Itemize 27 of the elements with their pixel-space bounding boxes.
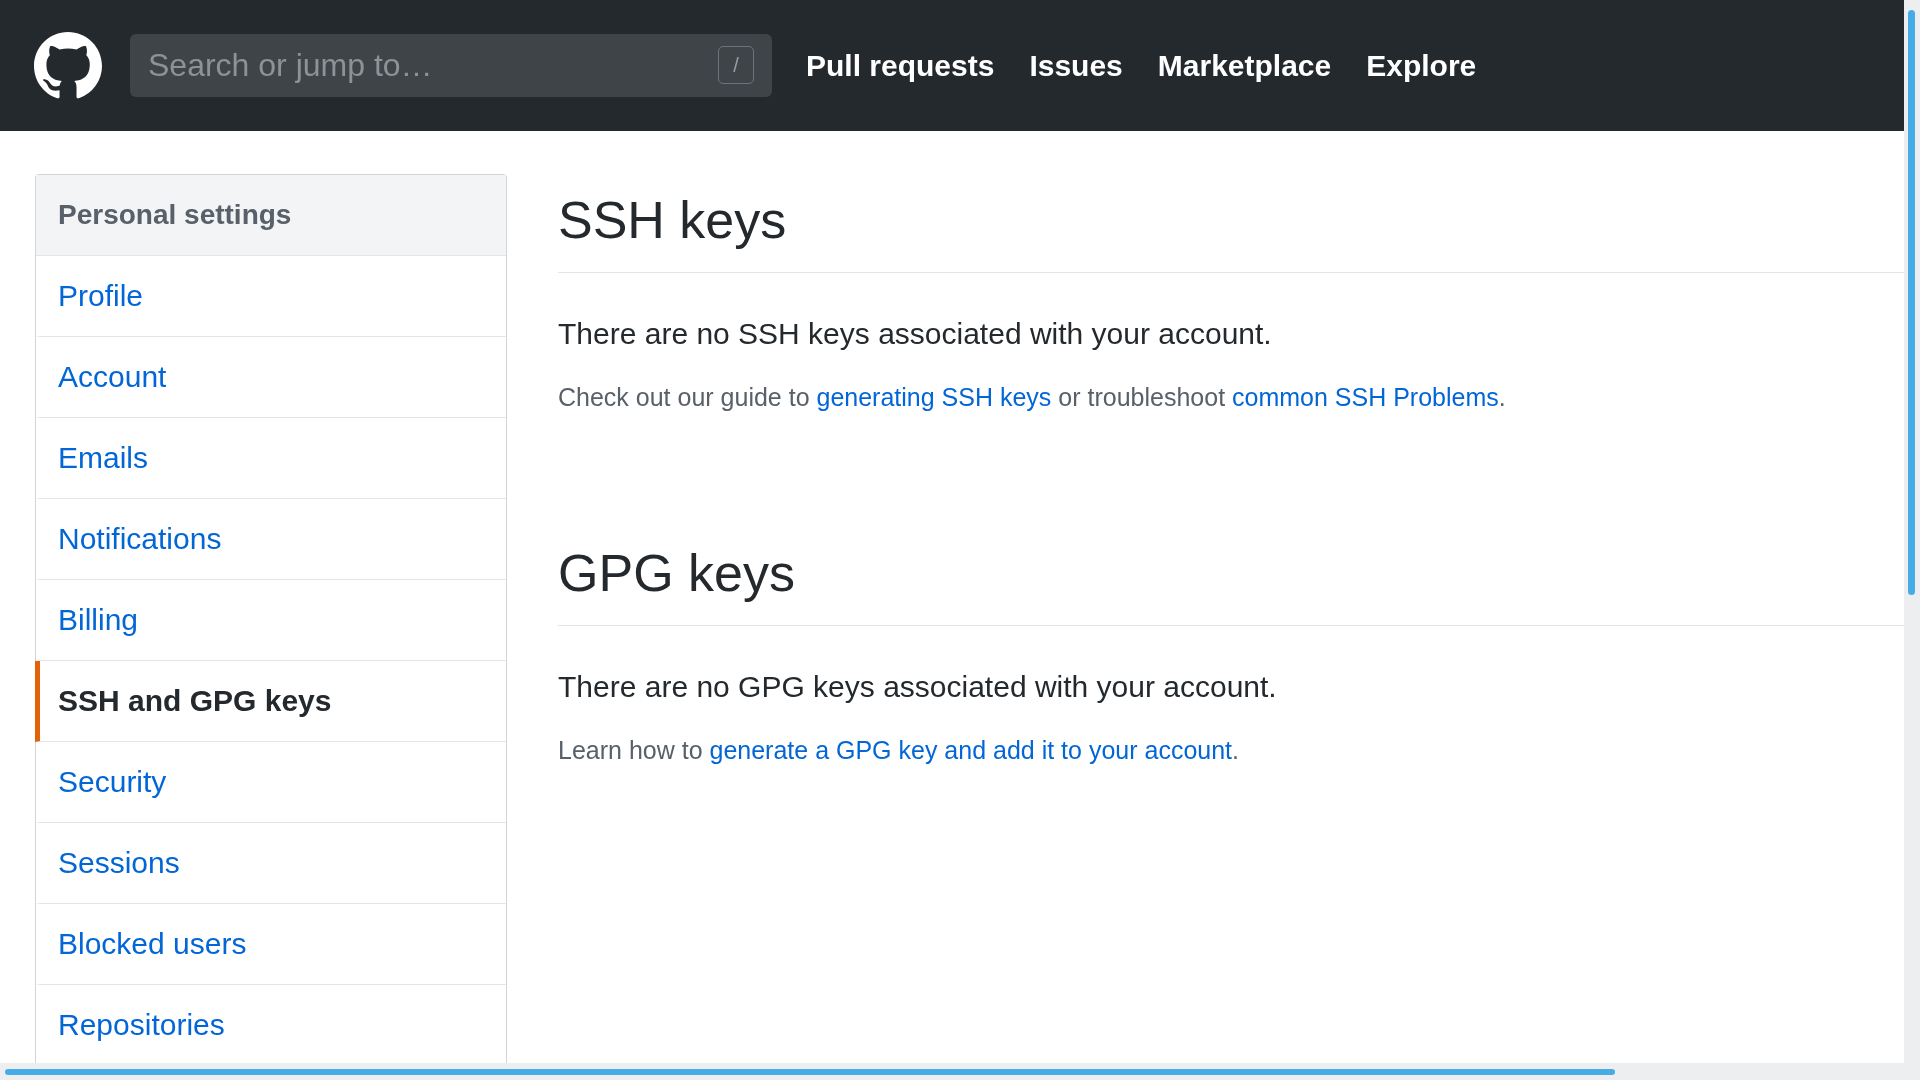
vertical-scrollbar[interactable] — [1908, 10, 1915, 595]
sidebar-item[interactable]: Profile — [35, 256, 506, 337]
help-link[interactable]: generate a GPG key and add it to your account — [709, 736, 1233, 764]
help-link[interactable]: common SSH Problems — [1232, 383, 1499, 411]
help-text: Learn how to generate a GPG key and add it to your account. — [558, 736, 1240, 765]
nav-link[interactable]: Issues — [1029, 48, 1123, 83]
sidebar-item[interactable]: Blocked users — [35, 904, 506, 985]
help-link[interactable]: generating SSH keys — [816, 383, 1052, 411]
empty-message: There are no GPG keys associated with your account. — [558, 670, 1278, 704]
horizontal-scrollbar[interactable] — [5, 1069, 1615, 1075]
empty-message: There are no SSH keys associated with your account. — [558, 317, 1273, 351]
keyboard-shortcut-hint: / — [718, 46, 754, 84]
sidebar-item[interactable]: SSH and GPG keys — [35, 661, 506, 742]
sidebar-item[interactable]: Emails — [35, 418, 506, 499]
sidebar-item[interactable]: Sessions — [35, 823, 506, 904]
octocat-logo-icon[interactable] — [34, 31, 102, 100]
nav-link[interactable]: Marketplace — [1157, 48, 1332, 83]
sidebar-item[interactable]: Notifications — [35, 499, 506, 580]
nav-link[interactable]: Explore — [1366, 48, 1477, 83]
help-text: Check out our guide to generating SSH keys or troubleshoot common SSH Problems. — [558, 383, 1507, 412]
section-title: SSH keys — [558, 174, 1904, 273]
section-title: GPG keys — [558, 527, 1904, 626]
nav-link[interactable]: Pull requests — [806, 48, 995, 83]
sidebar-heading: Personal settings — [36, 175, 506, 256]
sidebar-item[interactable]: Billing — [35, 580, 506, 661]
sidebar-item[interactable]: Account — [35, 337, 506, 418]
sidebar-item[interactable]: Security — [35, 742, 506, 823]
